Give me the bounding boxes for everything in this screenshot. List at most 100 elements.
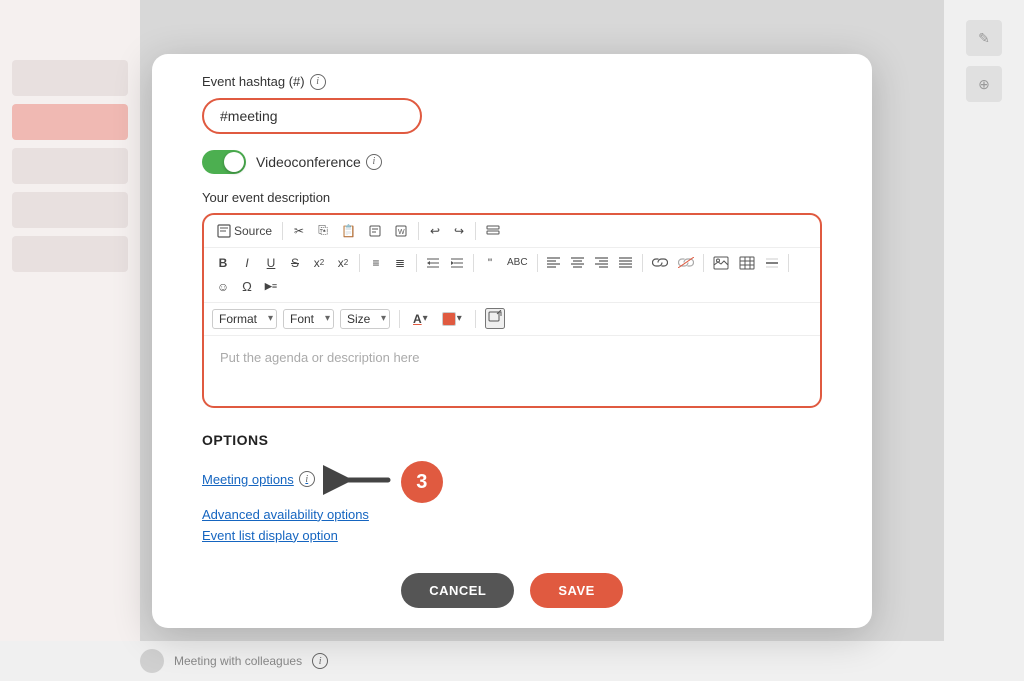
ordered-list-button[interactable]: ≡ [365, 252, 387, 274]
superscript-button[interactable]: x2 [332, 252, 354, 274]
videoconference-toggle[interactable] [202, 150, 246, 174]
redo-button[interactable]: ↪ [448, 220, 470, 242]
toolbar-separator-10 [788, 254, 789, 272]
person-icon [140, 649, 164, 673]
toolbar-separator-3 [475, 222, 476, 240]
blocks-button[interactable] [481, 220, 505, 242]
description-label-text: Your event description [202, 190, 330, 205]
align-left-button[interactable] [543, 252, 565, 274]
special-chars-button[interactable]: Ω [236, 276, 258, 298]
meeting-options-label: Meeting options [202, 472, 294, 487]
unlink-icon [678, 257, 694, 268]
paste-text-icon [368, 224, 382, 238]
image-button[interactable] [709, 252, 733, 274]
toolbar-separator-1 [282, 222, 283, 240]
blockquote-button[interactable]: " [479, 252, 501, 274]
step-number-text: 3 [416, 471, 427, 494]
justify-icon [619, 257, 632, 268]
align-right-button[interactable] [591, 252, 613, 274]
subscript-button[interactable]: x2 [308, 252, 330, 274]
bg-color-button[interactable]: ▾ [438, 308, 466, 330]
align-right-icon [595, 257, 608, 268]
align-center-icon [571, 257, 584, 268]
copy-button[interactable]: ⎘ [312, 220, 334, 242]
hashtag-input[interactable] [202, 98, 422, 134]
image-resize-button[interactable] [485, 308, 505, 329]
font-color-arrow: ▾ [423, 313, 428, 324]
unlink-button[interactable] [674, 252, 698, 274]
underline-button[interactable]: U [260, 252, 282, 274]
meeting-text: Meeting with colleagues [174, 654, 302, 668]
format-select[interactable]: Format [212, 309, 277, 329]
videoconference-row: Videoconference i [202, 150, 822, 174]
step-number-badge: 3 [401, 461, 443, 503]
source-label: Source [234, 224, 272, 238]
bg-color-swatch [442, 312, 456, 326]
modal-footer: CANCEL SAVE [152, 563, 872, 608]
videoconference-label: Videoconference i [256, 154, 382, 170]
save-button[interactable]: SAVE [530, 573, 622, 608]
strikethrough-button[interactable]: S [284, 252, 306, 274]
sidebar-item-2 [12, 104, 128, 140]
hashtag-label-text: Event hashtag (#) [202, 74, 305, 89]
link-button[interactable] [648, 252, 672, 274]
right-panel: ✎ ⊕ Previous [944, 0, 1024, 681]
increase-indent-button[interactable] [446, 252, 468, 274]
source-icon [217, 224, 231, 238]
font-select[interactable]: Font [283, 309, 334, 329]
iframe-button[interactable]: ▶≡ [260, 276, 282, 298]
meeting-options-container: Meeting options i [202, 458, 443, 507]
description-label: Your event description [202, 190, 822, 205]
bold-button[interactable]: B [212, 252, 234, 274]
image-resize-icon [487, 310, 503, 324]
editor-content-area[interactable]: Put the agenda or description here [204, 336, 820, 406]
bottom-bar: Meeting with colleagues i [0, 641, 1024, 681]
toolbar-separator-4 [359, 254, 360, 272]
emoji-button[interactable]: ☺ [212, 276, 234, 298]
meeting-options-info-icon[interactable]: i [299, 471, 315, 487]
options-title: OPTIONS [202, 432, 822, 448]
decrease-indent-button[interactable] [422, 252, 444, 274]
justify-button[interactable] [615, 252, 637, 274]
event-modal: Event hashtag (#) i Videoconference i Yo… [152, 54, 872, 628]
toolbar-separator-12 [475, 310, 476, 328]
meeting-options-link[interactable]: Meeting options i [202, 471, 315, 487]
language-button[interactable]: ABC [503, 252, 532, 274]
advanced-availability-link[interactable]: Advanced availability options [202, 507, 822, 522]
right-icon-1: ✎ [966, 20, 1002, 56]
bottom-info-icon: i [312, 653, 328, 669]
font-color-button[interactable]: A ▾ [409, 308, 432, 330]
cancel-button[interactable]: CANCEL [401, 573, 514, 608]
align-center-button[interactable] [567, 252, 589, 274]
svg-text:W: W [398, 229, 405, 236]
sidebar-mock [0, 0, 140, 681]
table-button[interactable] [735, 252, 759, 274]
paste-text-button[interactable] [363, 220, 387, 242]
font-select-wrapper: Font [283, 309, 334, 329]
unordered-list-button[interactable]: ≣ [389, 252, 411, 274]
toolbar-separator-6 [473, 254, 474, 272]
rich-text-editor: Source ✂ ⎘ 📋 W [202, 213, 822, 408]
toolbar-separator-8 [642, 254, 643, 272]
event-list-link[interactable]: Event list display option [202, 528, 822, 543]
italic-button[interactable]: I [236, 252, 258, 274]
link-icon [652, 257, 668, 268]
videoconference-info-icon[interactable]: i [366, 154, 382, 170]
source-button[interactable]: Source [212, 222, 277, 240]
size-select[interactable]: Size [340, 309, 390, 329]
toolbar-separator-9 [703, 254, 704, 272]
cut-button[interactable]: ✂ [288, 220, 310, 242]
toolbar-row-1: Source ✂ ⎘ 📋 W [204, 215, 820, 248]
hashtag-info-icon[interactable]: i [310, 74, 326, 90]
options-section: OPTIONS Meeting options i [202, 432, 822, 543]
arrow-annotation [323, 458, 393, 507]
horizontal-rule-button[interactable] [761, 252, 783, 274]
right-icon-2: ⊕ [966, 66, 1002, 102]
advanced-availability-label: Advanced availability options [202, 507, 369, 522]
toolbar-row-3: Format Font Size A ▾ [204, 303, 820, 336]
decrease-indent-icon [426, 257, 440, 269]
paste-word-button[interactable]: W [389, 220, 413, 242]
paste-button[interactable]: 📋 [336, 220, 361, 242]
undo-button[interactable]: ↩ [424, 220, 446, 242]
toolbar-separator-5 [416, 254, 417, 272]
